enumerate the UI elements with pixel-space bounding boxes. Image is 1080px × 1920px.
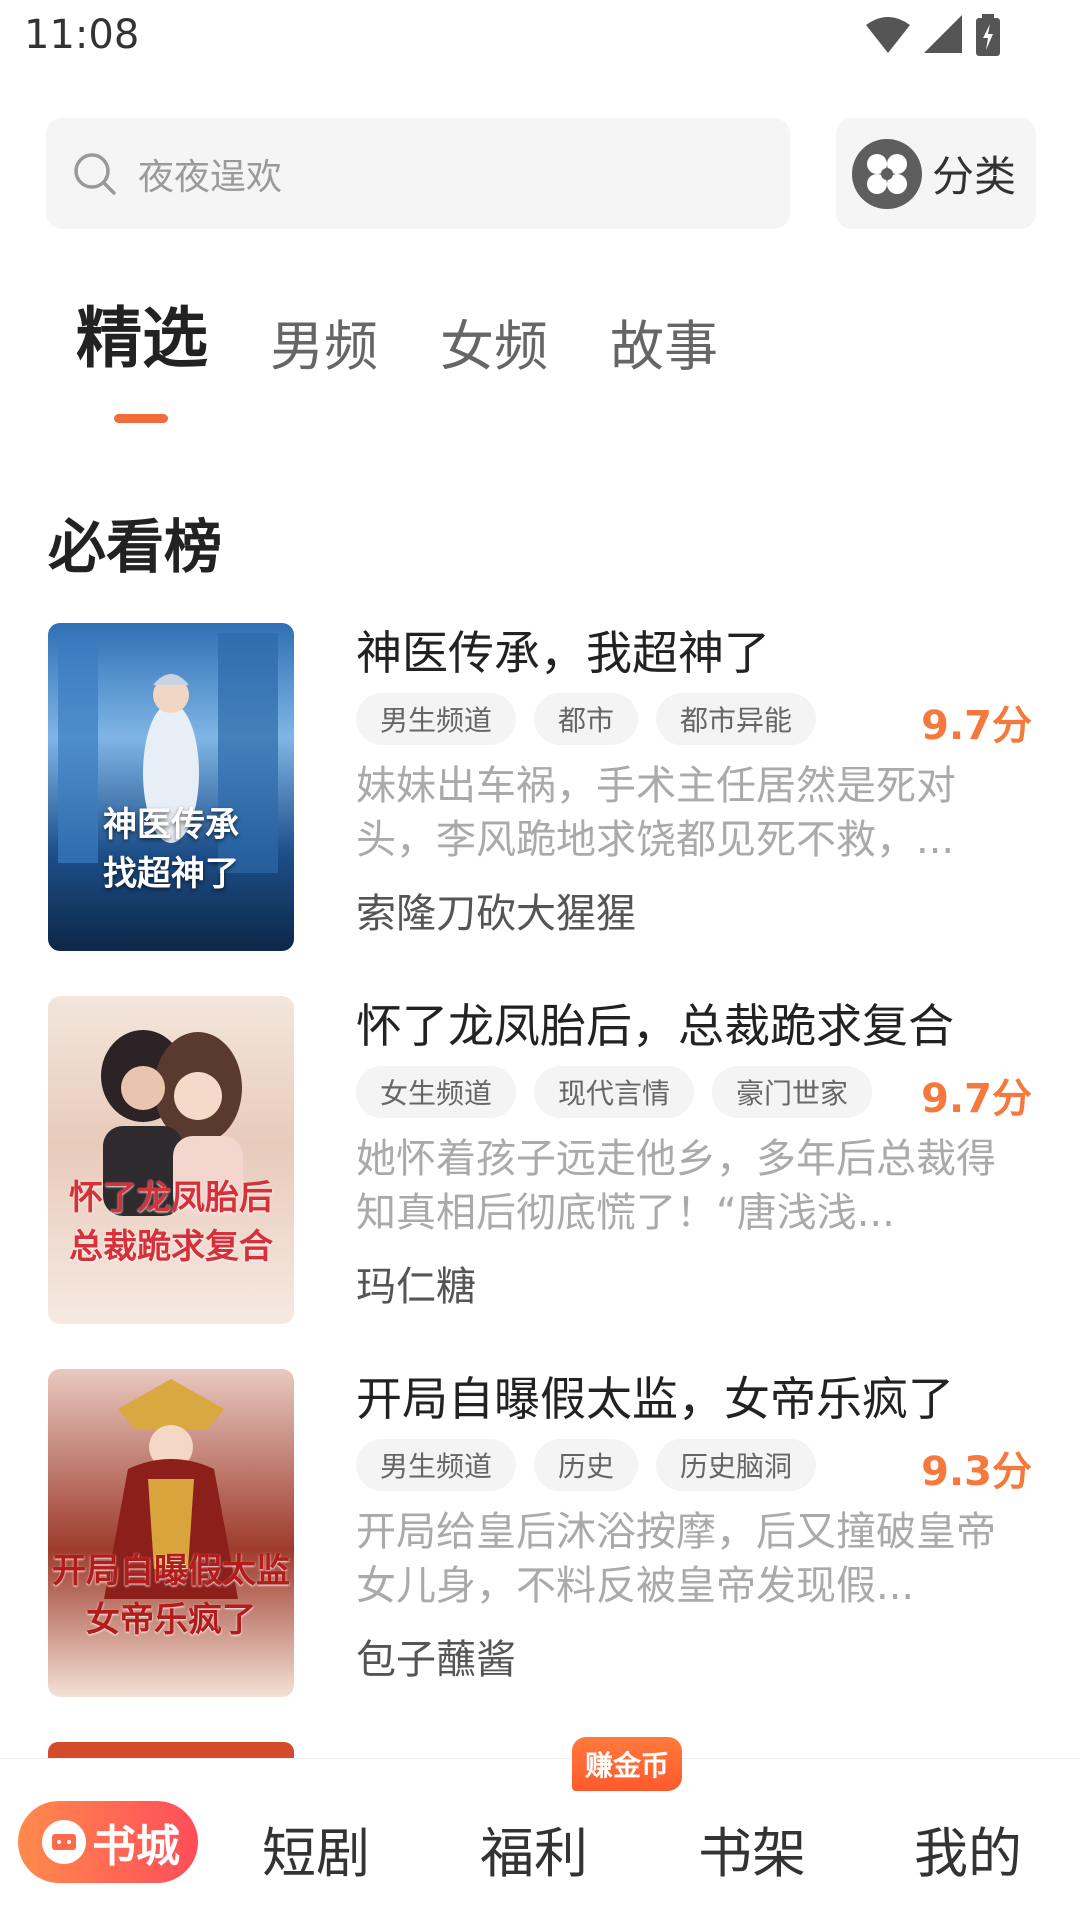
category-label: 分类 [932, 152, 1017, 201]
earn-coins-badge: 赚金币 [572, 1737, 682, 1791]
book-score: 9.7分 [921, 703, 1032, 749]
search-input[interactable]: 夜夜逞欢 [46, 118, 790, 229]
tab-featured-label: 精选 [76, 300, 208, 377]
book-tags: 男生频道 都市 都市异能 9.7分 [356, 693, 1032, 749]
tab-female[interactable]: 女频 [440, 302, 548, 381]
tab-stories[interactable]: 故事 [610, 302, 718, 381]
status-time: 11:08 [24, 12, 140, 58]
book-item[interactable]: 神医传承 找超神了 神医传承，我超神了 男生频道 都市 都市异能 9.7分 妹妹… [48, 623, 1032, 953]
nav-welfare[interactable]: 福利 [480, 1809, 588, 1888]
book-info: 开局自曝假太监，女帝乐疯了 男生频道 历史 历史脑洞 9.3分 开局给皇后沐浴按… [356, 1369, 1032, 1685]
bottom-nav: 书城 短剧 福利 赚金币 书架 我的 [0, 1737, 1080, 1920]
book-tag[interactable]: 现代言情 [534, 1066, 695, 1118]
book-author: 索隆刀砍大猩猩 [356, 891, 636, 937]
book-score: 9.3分 [921, 1449, 1032, 1495]
book-tag[interactable]: 都市异能 [656, 693, 817, 745]
book-cover[interactable]: 怀了龙凤胎后 总裁跪求复合 [48, 996, 294, 1324]
status-icons [866, 14, 1000, 56]
book-cover-title: 开局自曝假太监 女帝乐疯了 [52, 1551, 290, 1640]
book-cover[interactable]: 开局自曝假太监 女帝乐疯了 [48, 1369, 294, 1697]
section-title: 必看榜 [48, 513, 223, 581]
book-item[interactable]: 开局自曝假太监 女帝乐疯了 开局自曝假太监，女帝乐疯了 男生频道 历史 历史脑洞… [48, 1369, 1032, 1699]
book-tag[interactable]: 男生频道 [356, 693, 517, 745]
book-author: 包子蘸酱 [356, 1637, 516, 1683]
search-icon [74, 152, 116, 195]
bookstore-icon [42, 1820, 86, 1864]
book-tags: 男生频道 历史 历史脑洞 9.3分 [356, 1439, 1032, 1495]
battery-icon [976, 14, 1000, 56]
nav-mine[interactable]: 我的 [914, 1809, 1022, 1888]
book-tag[interactable]: 豪门世家 [712, 1066, 873, 1118]
book-cover-title: 怀了龙凤胎后 总裁跪求复合 [69, 1178, 273, 1267]
book-author: 玛仁糖 [356, 1264, 476, 1310]
book-info: 怀了龙凤胎后，总裁跪求复合 女生频道 现代言情 豪门世家 9.7分 她怀着孩子远… [356, 996, 1032, 1312]
book-info: 神医传承，我超神了 男生频道 都市 都市异能 9.7分 妹妹出车祸，手术主任居然… [356, 623, 1032, 939]
book-title: 怀了龙凤胎后，总裁跪求复合 [356, 999, 954, 1053]
book-item[interactable]: 怀了龙凤胎后 总裁跪求复合 怀了龙凤胎后，总裁跪求复合 女生频道 现代言情 豪门… [48, 996, 1032, 1326]
status-bar: 11:08 [0, 0, 1080, 76]
book-tags: 女生频道 现代言情 豪门世家 9.7分 [356, 1066, 1032, 1122]
book-description: 她怀着孩子远走他乡，多年后总裁得知真相后彻底慌了！“唐浅浅... [356, 1136, 996, 1236]
tab-featured[interactable]: 精选 [76, 285, 208, 423]
category-icon [852, 138, 922, 209]
nav-bookstore[interactable]: 书城 [18, 1801, 198, 1883]
category-button[interactable]: 分类 [836, 118, 1036, 229]
book-tag[interactable]: 女生频道 [356, 1066, 517, 1118]
nav-bookshelf[interactable]: 书架 [698, 1809, 806, 1888]
book-description: 妹妹出车祸，手术主任居然是死对头，李风跪地求饶都见死不救，... [356, 763, 956, 863]
book-tag[interactable]: 历史 [534, 1439, 639, 1491]
book-tag[interactable]: 都市 [534, 693, 639, 745]
tab-male[interactable]: 男频 [270, 302, 378, 381]
nav-drama[interactable]: 短剧 [262, 1809, 370, 1888]
book-score: 9.7分 [921, 1076, 1032, 1122]
tab-indicator [114, 414, 168, 423]
channel-tabs: 精选 男频 女频 故事 [76, 285, 780, 423]
book-cover[interactable]: 神医传承 找超神了 [48, 623, 294, 951]
signal-icon [924, 15, 962, 53]
book-description: 开局给皇后沐浴按摩，后又撞破皇帝女儿身，不料反被皇帝发现假... [356, 1509, 996, 1609]
book-tag[interactable]: 历史脑洞 [656, 1439, 817, 1491]
book-title: 神医传承，我超神了 [356, 626, 770, 680]
search-placeholder: 夜夜逞欢 [138, 156, 283, 198]
book-cover-title: 神医传承 找超神了 [103, 805, 239, 894]
wifi-icon [866, 17, 910, 53]
book-tag[interactable]: 男生频道 [356, 1439, 517, 1491]
next-book-cover-peek [48, 1742, 294, 1758]
book-title: 开局自曝假太监，女帝乐疯了 [356, 1372, 954, 1426]
nav-bookstore-label: 书城 [92, 1821, 180, 1872]
